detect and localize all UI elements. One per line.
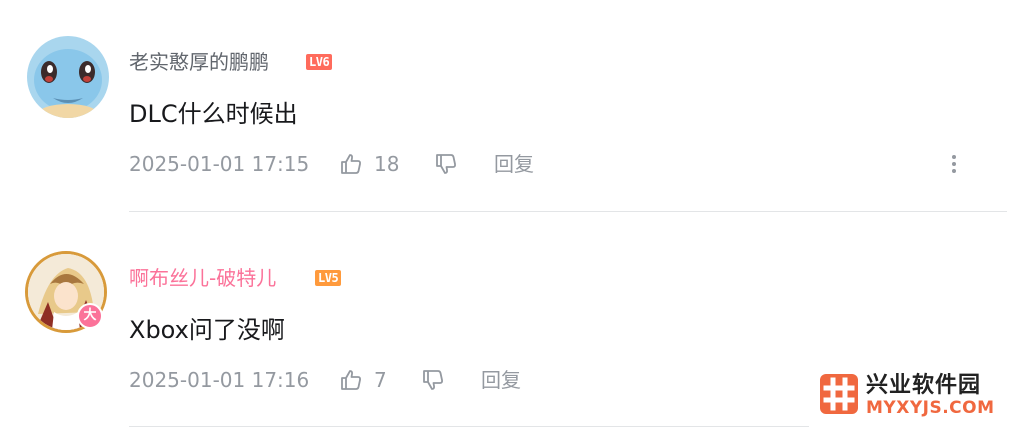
watermark-url: MYXYJS.COM xyxy=(866,398,995,418)
hash-logo-icon xyxy=(820,374,858,414)
reply-button[interactable]: 回复 xyxy=(494,149,534,179)
thumbs-down-icon[interactable] xyxy=(434,152,458,176)
like-count: 7 xyxy=(374,368,387,392)
timestamp: 2025-01-01 17:16 xyxy=(129,368,310,392)
divider xyxy=(129,426,809,427)
verified-badge-icon: 大 xyxy=(77,303,103,329)
username[interactable]: 老实憨厚的鹏鹏 xyxy=(129,50,269,74)
thumbs-up-icon[interactable] xyxy=(339,368,363,392)
squirtle-avatar-icon xyxy=(27,36,109,118)
comment-content: Xbox问了没啊 xyxy=(129,316,285,344)
comment-meta: 2025-01-01 17:16 7 回复 xyxy=(0,365,800,395)
more-options-icon[interactable] xyxy=(944,149,964,179)
site-watermark: 兴业软件园 MYXYJS.COM xyxy=(820,373,1020,419)
verified-badge-label: 大 xyxy=(83,308,97,323)
level-badge: LV5 xyxy=(315,270,342,286)
like-count: 18 xyxy=(374,152,400,176)
comment-item: 老实憨厚的鹏鹏 LV6 DLC什么时候出 2025-01-01 17:15 18… xyxy=(0,0,1024,213)
divider xyxy=(129,211,1007,212)
thumbs-down-icon[interactable] xyxy=(421,368,445,392)
level-badge: LV6 xyxy=(306,54,333,70)
thumbs-up-icon[interactable] xyxy=(339,152,363,176)
watermark-name: 兴业软件园 xyxy=(866,373,982,398)
comment-content: DLC什么时候出 xyxy=(129,100,298,128)
timestamp: 2025-01-01 17:15 xyxy=(129,152,310,176)
comment-meta: 2025-01-01 17:15 18 回复 xyxy=(0,149,1024,179)
reply-button[interactable]: 回复 xyxy=(481,365,521,395)
avatar[interactable] xyxy=(27,36,109,118)
username[interactable]: 啊布丝儿-破特儿 xyxy=(129,266,276,290)
